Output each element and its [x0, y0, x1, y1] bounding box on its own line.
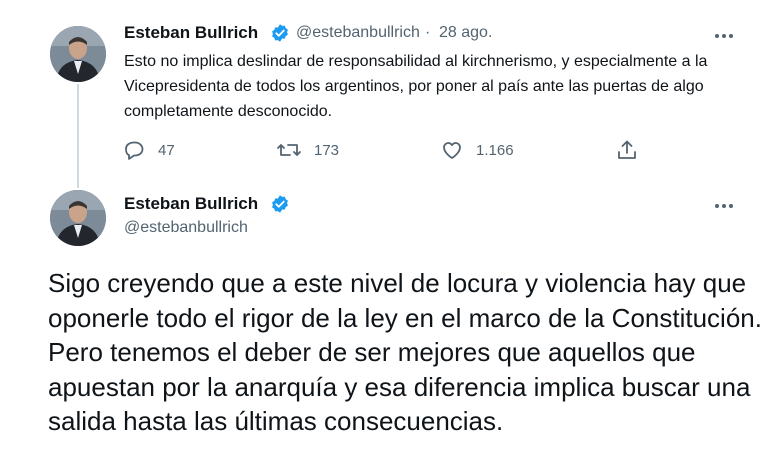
heart-icon [443, 142, 461, 159]
author-name[interactable]: Esteban Bullrich [124, 194, 258, 214]
share-icon [618, 140, 636, 159]
share-button[interactable] [615, 138, 639, 162]
tweet-text: Sigo creyendo que a este nivel de locura… [48, 268, 762, 436]
author-handle[interactable]: @estebanbullrich [124, 219, 248, 237]
tweet-text: Esto no implica deslindar de responsabil… [124, 53, 708, 120]
thread-line [77, 84, 79, 188]
author-handle[interactable]: @estebanbullrich [296, 24, 420, 42]
avatar[interactable] [50, 26, 106, 82]
author-name[interactable]: Esteban Bullrich [124, 23, 258, 43]
retweet-button[interactable]: 173 [276, 138, 339, 162]
retweet-count: 173 [314, 141, 340, 159]
retweet-icon [277, 144, 301, 156]
more-options-icon[interactable] [712, 196, 736, 216]
more-options-icon[interactable] [712, 26, 736, 46]
reply-count: 47 [158, 141, 175, 159]
verified-badge-icon [272, 24, 288, 42]
verified-badge-icon [272, 195, 288, 213]
like-button[interactable]: 1.166 [440, 138, 514, 162]
tweet-date[interactable]: 28 ago. [439, 24, 492, 42]
avatar[interactable] [50, 190, 106, 246]
reply-icon [125, 141, 144, 160]
reply-button[interactable]: 47 [122, 138, 175, 162]
like-count: 1.166 [476, 141, 514, 159]
separator: · [425, 24, 431, 41]
